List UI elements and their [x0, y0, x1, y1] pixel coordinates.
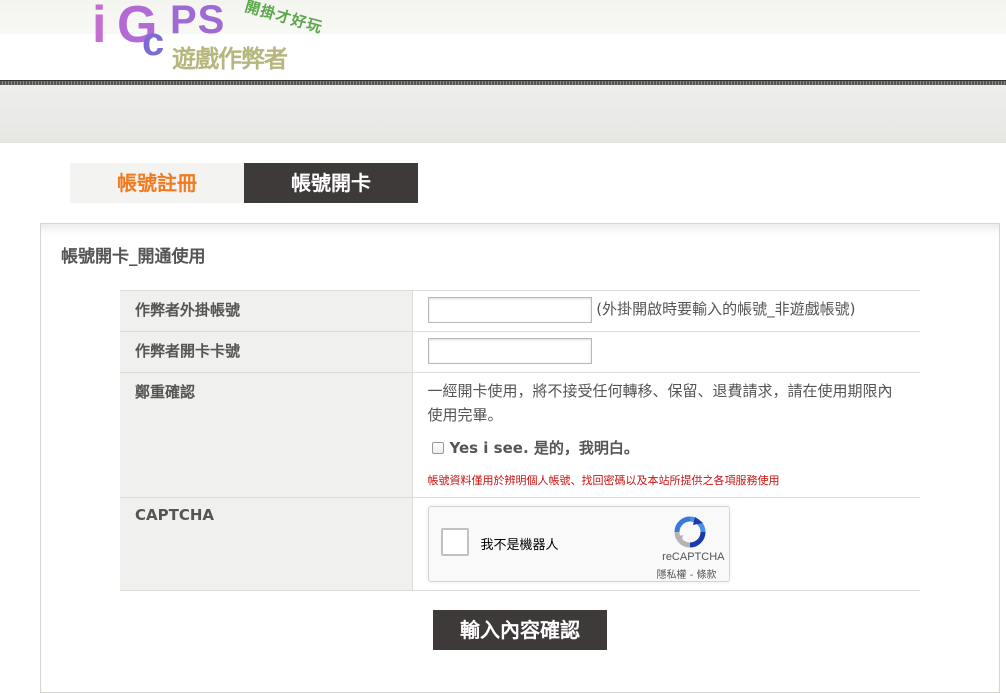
tab-account-activate[interactable]: 帳號開卡 [244, 163, 418, 203]
recaptcha-terms-link[interactable]: 隱私權 - 條款 [657, 566, 717, 581]
recaptcha-brand: reCAPTCHA [662, 551, 725, 563]
account-label: 作弊者外掛帳號 [120, 290, 413, 332]
recaptcha-checkbox[interactable] [440, 528, 469, 556]
activation-panel: 帳號開卡_開通使用 作弊者外掛帳號 (外掛開啟時要輸入的帳號_非遊戲帳號) 作弊… [40, 223, 1000, 693]
form-row-account: 作弊者外掛帳號 (外掛開啟時要輸入的帳號_非遊戲帳號) [120, 290, 920, 332]
card-number-label: 作弊者開卡卡號 [120, 331, 413, 373]
privacy-note: 帳號資料僅用於辨明個人帳號、找回密碼以及本站所提供之各項服務使用 [427, 474, 780, 487]
captcha-label: CAPTCHA [120, 497, 413, 591]
confirm-notice: 一經開卡使用，將不接受任何轉移、保留、退費請求，請在使用期限內使用完畢。 [427, 382, 893, 424]
card-number-input[interactable] [427, 338, 592, 364]
recaptcha-widget: 我不是機器人 reCAPTCHA 隱私權 - 條款 [427, 506, 730, 582]
activation-form: 作弊者外掛帳號 (外掛開啟時要輸入的帳號_非遊戲帳號) 作弊者開卡卡號 鄭重確認… [120, 290, 920, 591]
form-row-card: 作弊者開卡卡號 [120, 331, 920, 373]
submit-button[interactable]: 輸入內容確認 [433, 610, 607, 650]
confirm-label: 鄭重確認 [120, 372, 413, 498]
agree-label[interactable]: Yes i see. 是的，我明白。 [450, 437, 639, 458]
logo-letter-i: i [92, 0, 107, 54]
agree-checkbox[interactable] [431, 441, 444, 454]
recaptcha-label: 我不是機器人 [480, 538, 559, 553]
recaptcha-logo-icon [674, 516, 705, 548]
logo-letter-c: c [142, 20, 165, 64]
site-logo[interactable]: i G c PS 遊戲作弊者 開掛才好玩 [92, 0, 332, 78]
logo-letters-ps: PS [170, 0, 226, 42]
panel-title: 帳號開卡_開通使用 [61, 247, 206, 267]
form-row-confirm: 鄭重確認 一經開卡使用，將不接受任何轉移、保留、退費請求，請在使用期限內使用完畢… [120, 372, 921, 498]
agree-checkbox-row[interactable]: Yes i see. 是的，我明白。 [428, 437, 921, 458]
form-row-captcha: CAPTCHA 我不是機器人 reCAPTCHA 隱私權 - 條款 [120, 497, 920, 591]
account-input[interactable] [427, 297, 592, 323]
navigation-band [0, 85, 1006, 143]
logo-slogan: 開掛才好玩 [242, 0, 325, 37]
tab-account-register[interactable]: 帳號註冊 [70, 163, 244, 203]
account-hint: (外掛開啟時要輸入的帳號_非遊戲帳號) [596, 300, 856, 318]
logo-chinese-name: 遊戲作弊者 [172, 45, 288, 73]
